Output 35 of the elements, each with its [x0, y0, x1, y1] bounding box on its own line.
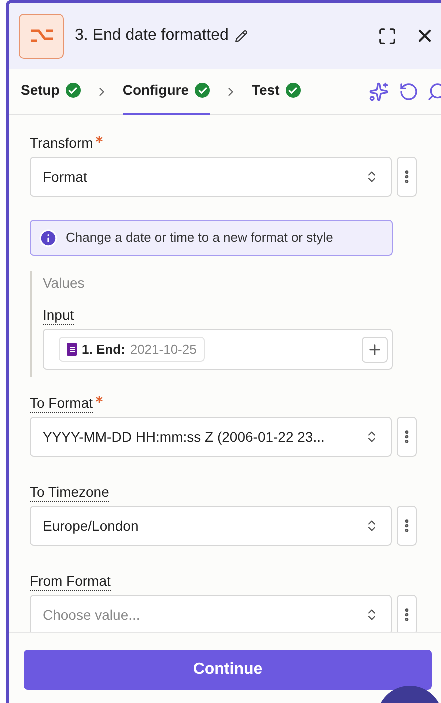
- more-button[interactable]: [397, 506, 417, 546]
- info-icon: [39, 228, 58, 248]
- more-button[interactable]: [397, 595, 417, 632]
- sparkle-icon[interactable]: [369, 82, 389, 102]
- document-icon: [67, 343, 77, 356]
- step-tab[interactable]: Test: [252, 68, 301, 114]
- add-button[interactable]: [362, 336, 388, 362]
- step-title: 3. End date formatted: [75, 26, 229, 46]
- search-icon[interactable]: [427, 82, 441, 102]
- check-icon: [66, 83, 81, 98]
- field-label: To Format: [30, 394, 94, 413]
- expand-icon[interactable]: [378, 26, 397, 46]
- select-field[interactable]: YYYY-MM-DD HH:mm:ss Z (2006-01-22 23...: [30, 417, 392, 457]
- select-field[interactable]: Choose value...: [30, 595, 392, 632]
- field-label: Input: [43, 306, 74, 325]
- field-label: To Timezone: [30, 483, 110, 502]
- check-icon: [195, 83, 210, 98]
- data-chip[interactable]: 1. End: 2021-10-25: [59, 337, 205, 362]
- edit-icon[interactable]: [234, 30, 248, 42]
- more-button[interactable]: [397, 157, 417, 197]
- app-logo-icon: [19, 14, 64, 58]
- input-field[interactable]: 1. End: 2021-10-25: [43, 329, 393, 370]
- undo-icon[interactable]: [399, 82, 419, 102]
- field-label: From Format: [30, 572, 111, 591]
- step-tab[interactable]: Setup: [21, 68, 81, 114]
- check-icon: [286, 83, 301, 98]
- more-button[interactable]: [397, 417, 417, 457]
- group-title: Values: [43, 274, 86, 293]
- select-field[interactable]: Format: [30, 157, 392, 197]
- continue-button[interactable]: Continue: [24, 650, 432, 690]
- select-field[interactable]: Europe/London: [30, 506, 392, 546]
- field-label: Transform: [30, 134, 94, 153]
- info-text: Change a date or time to a new format or style: [66, 229, 334, 248]
- plus-icon: [367, 342, 383, 358]
- step-tab[interactable]: Configure: [122, 68, 210, 114]
